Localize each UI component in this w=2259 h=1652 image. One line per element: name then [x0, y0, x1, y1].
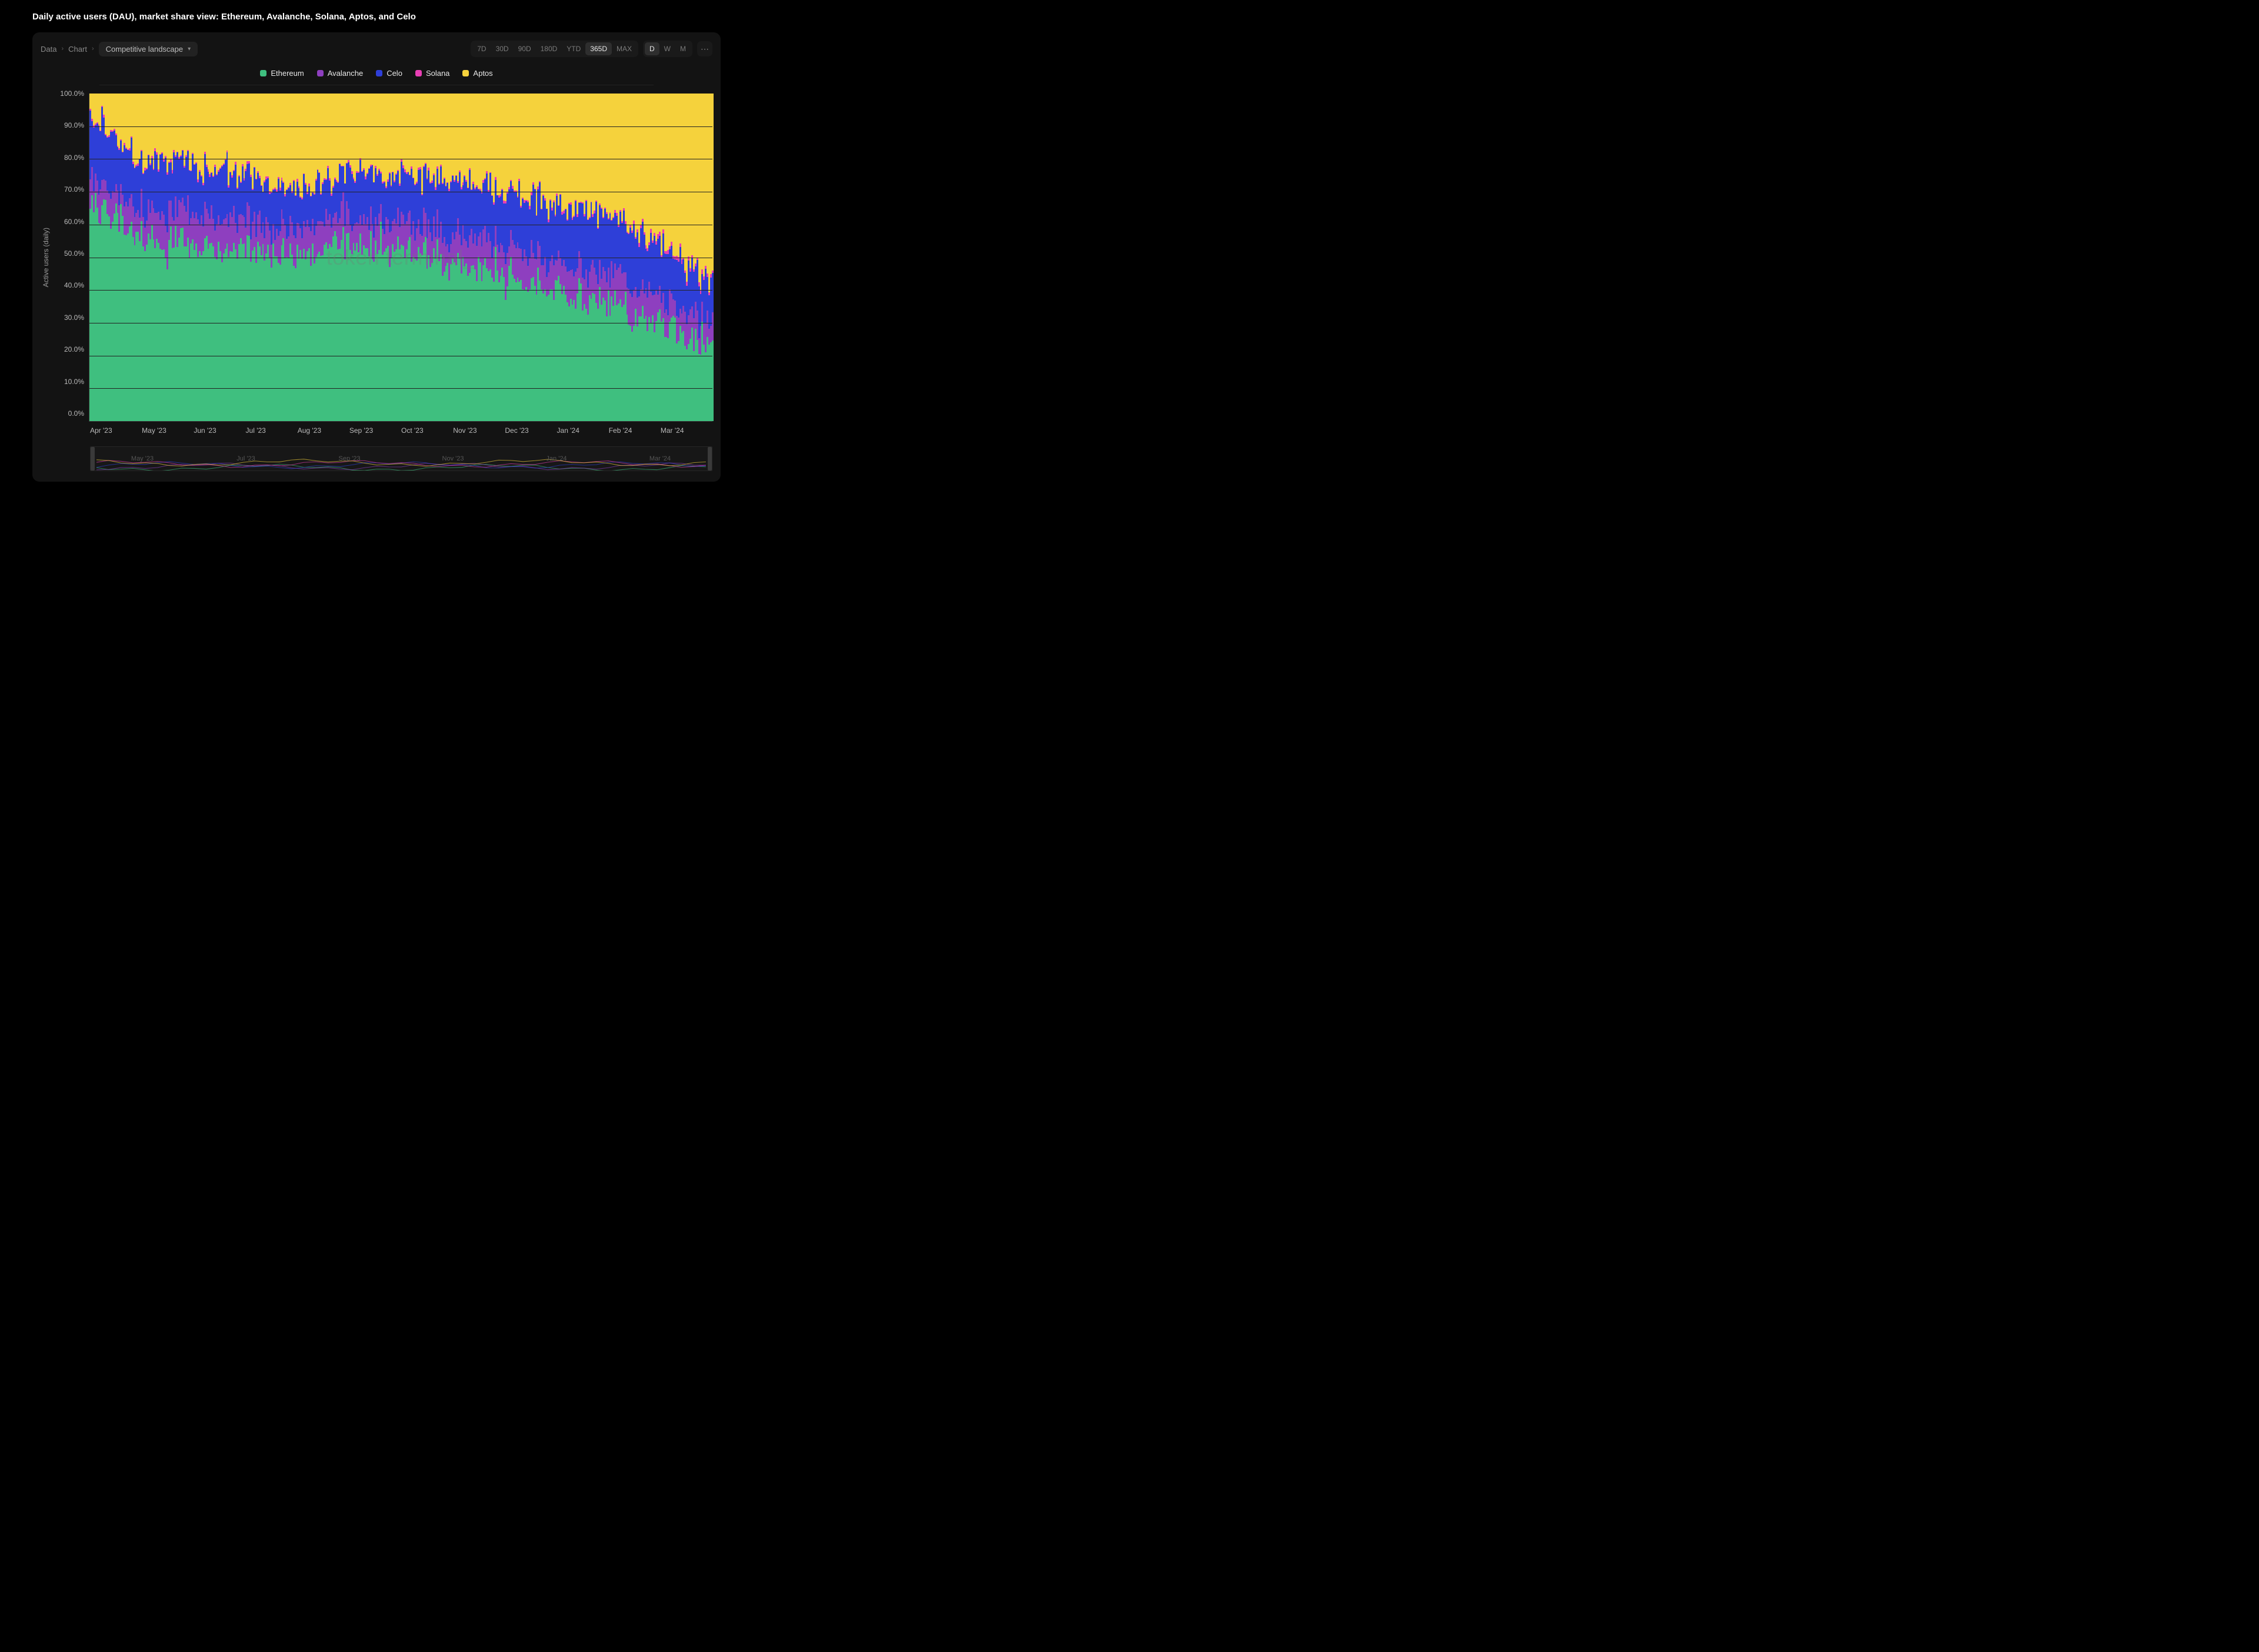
x-tick: Dec '23: [505, 426, 557, 435]
brush-tick: Mar '24: [608, 455, 712, 462]
time-brush[interactable]: May '23Jul '23Sep '23Nov '23Jan '24Mar '…: [90, 446, 712, 471]
page-title: Daily active users (DAU), market share v…: [32, 12, 721, 22]
x-tick: Nov '23: [453, 426, 505, 435]
plot-area[interactable]: token terminal_: [89, 94, 712, 422]
range-max[interactable]: MAX: [612, 42, 637, 55]
brush-tick: Nov '23: [401, 455, 505, 462]
range-90d[interactable]: 90D: [514, 42, 536, 55]
y-axis-label: Active users (daily): [41, 228, 51, 287]
range-30d[interactable]: 30D: [491, 42, 514, 55]
brush-tick: Sep '23: [298, 455, 401, 462]
grid-line: [89, 388, 712, 389]
x-tick: Jan '24: [557, 426, 609, 435]
breadcrumb: Data › Chart › Competitive landscape ▾: [41, 42, 198, 56]
y-axis-ticks: 100.0% 90.0% 80.0% 70.0% 60.0% 50.0% 40.0% 30.0…: [51, 89, 89, 418]
legend-label: Ethereum: [271, 69, 304, 78]
x-tick: May '23: [142, 426, 194, 435]
y-tick: 10.0%: [51, 378, 84, 386]
range-180d[interactable]: 180D: [536, 42, 562, 55]
legend-item-ethereum[interactable]: Ethereum: [260, 69, 304, 78]
legend-swatch: [376, 70, 382, 76]
x-tick: Aug '23: [298, 426, 349, 435]
legend: Ethereum Avalanche Celo Solana Aptos: [99, 66, 654, 85]
bar-seg-ethereum: [712, 341, 714, 421]
range-7d[interactable]: 7D: [472, 42, 491, 55]
brush-handle-left[interactable]: [91, 447, 95, 470]
x-tick: Oct '23: [401, 426, 453, 435]
y-tick: 70.0%: [51, 185, 84, 193]
dots-icon: ⋯: [701, 44, 709, 54]
legend-label: Celo: [387, 69, 402, 78]
brush-tick: Jan '24: [505, 455, 608, 462]
more-menu-button[interactable]: ⋯: [697, 41, 712, 56]
legend-swatch: [462, 70, 469, 76]
right-controls: 7D30D90D180DYTD365DMAX DWM ⋯: [471, 41, 712, 57]
breadcrumb-data[interactable]: Data: [41, 45, 56, 54]
y-tick: 0.0%: [51, 409, 84, 418]
range-ytd[interactable]: YTD: [562, 42, 585, 55]
bar-seg-celo: [712, 273, 714, 313]
x-tick: Feb '24: [609, 426, 661, 435]
chevron-down-icon: ▾: [188, 46, 191, 52]
granularity-w[interactable]: W: [659, 42, 675, 55]
granularity-group: DWM: [643, 41, 692, 57]
legend-swatch: [415, 70, 422, 76]
legend-item-aptos[interactable]: Aptos: [462, 69, 492, 78]
bar-seg-aptos: [712, 94, 714, 271]
view-dropdown[interactable]: Competitive landscape ▾: [99, 42, 198, 56]
x-axis-ticks: Apr '23May '23Jun '23Jul '23Aug '23Sep '…: [90, 426, 712, 435]
bar-seg-avalanche: [712, 312, 714, 341]
chart-area: Active users (daily) 100.0%90.0%80.0%70.…: [41, 94, 712, 422]
chevron-right-icon: ›: [61, 45, 64, 52]
legend-item-avalanche[interactable]: Avalanche: [317, 69, 363, 78]
legend-label: Aptos: [473, 69, 492, 78]
brush-tick: May '23: [91, 455, 194, 462]
chart-panel: Data › Chart › Competitive landscape ▾ 7…: [32, 32, 721, 482]
y-tick: 80.0%: [51, 153, 84, 162]
y-tick: 40.0%: [51, 281, 84, 289]
granularity-d[interactable]: D: [645, 42, 659, 55]
chevron-right-icon: ›: [92, 45, 94, 52]
brush-tick: Jul '23: [194, 455, 298, 462]
y-tick: 50.0%: [51, 249, 84, 258]
breadcrumb-chart[interactable]: Chart: [68, 45, 87, 54]
y-tick: 90.0%: [51, 121, 84, 129]
legend-swatch: [317, 70, 324, 76]
time-range-group: 7D30D90D180DYTD365DMAX: [471, 41, 638, 57]
legend-label: Solana: [426, 69, 449, 78]
x-tick: Jul '23: [246, 426, 298, 435]
y-tick: 30.0%: [51, 313, 84, 322]
y-tick: 100.0%: [51, 89, 84, 98]
range-365d[interactable]: 365D: [585, 42, 612, 55]
x-tick: Sep '23: [349, 426, 401, 435]
legend-item-solana[interactable]: Solana: [415, 69, 449, 78]
toolbar: Data › Chart › Competitive landscape ▾ 7…: [41, 41, 712, 57]
brush-handle-right[interactable]: [708, 447, 712, 470]
y-tick: 20.0%: [51, 345, 84, 353]
x-tick: Apr '23: [90, 426, 142, 435]
legend-item-celo[interactable]: Celo: [376, 69, 402, 78]
view-dropdown-label: Competitive landscape: [106, 45, 184, 54]
legend-swatch: [260, 70, 266, 76]
granularity-m[interactable]: M: [675, 42, 691, 55]
x-tick: Jun '23: [194, 426, 245, 435]
grid-line: [89, 126, 712, 127]
grid-line: [89, 290, 712, 291]
legend-label: Avalanche: [328, 69, 363, 78]
brush-ticks: May '23Jul '23Sep '23Nov '23Jan '24Mar '…: [91, 447, 712, 470]
y-tick: 60.0%: [51, 218, 84, 226]
x-tick: Mar '24: [661, 426, 712, 435]
